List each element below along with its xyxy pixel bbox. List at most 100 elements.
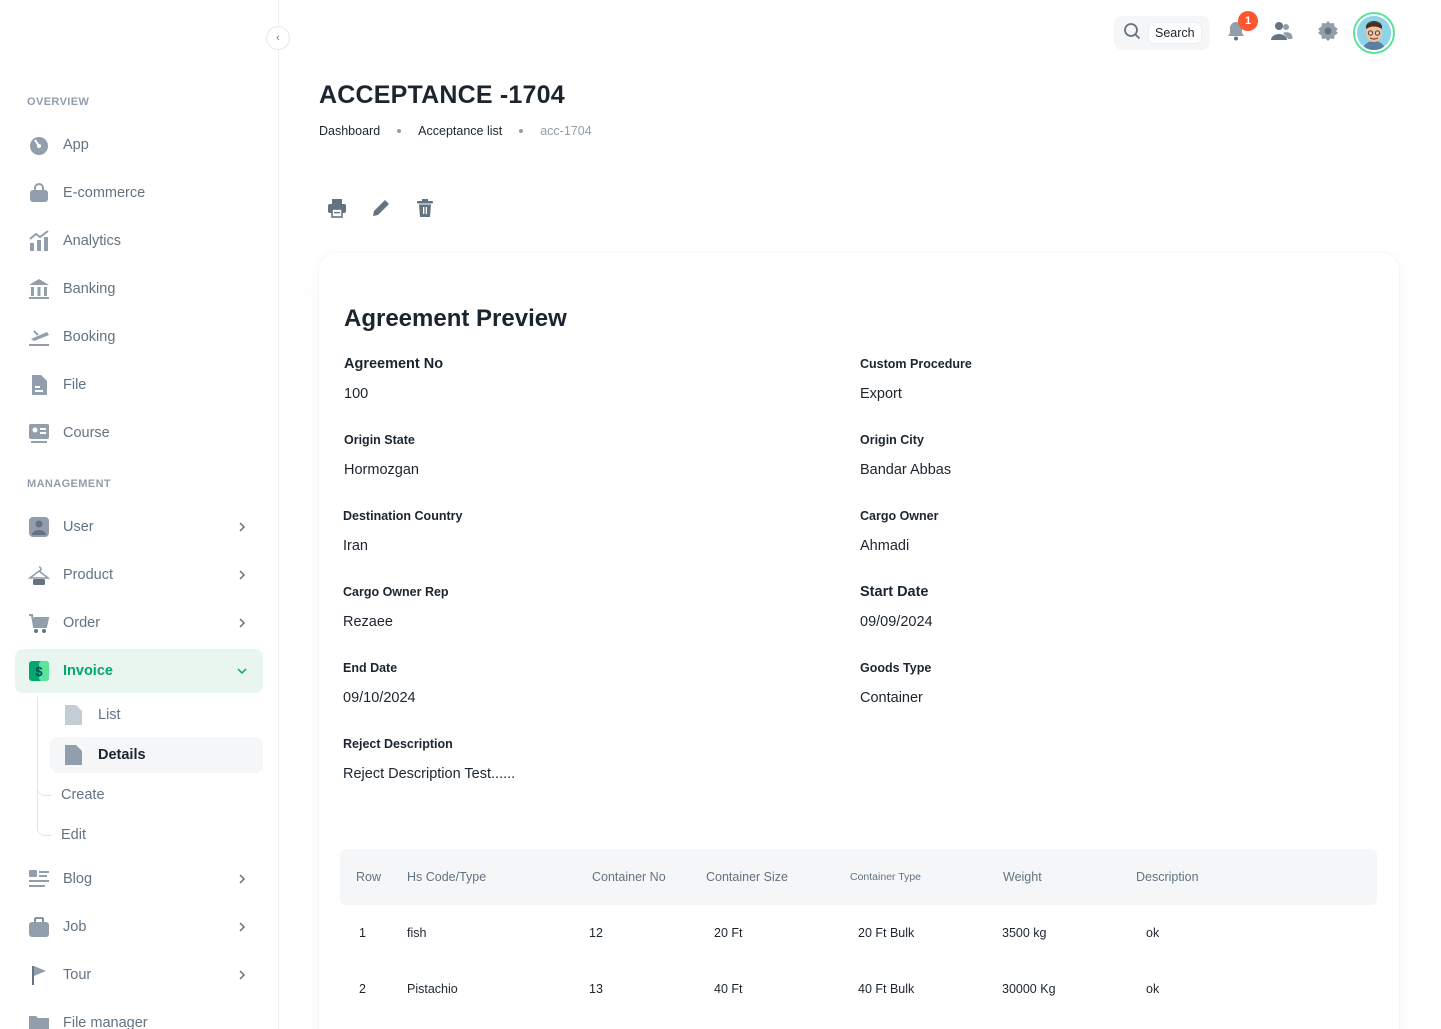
breadcrumb-link-dashboard[interactable]: Dashboard <box>319 124 380 138</box>
chevron-right-icon <box>233 566 251 584</box>
blog-icon <box>28 868 50 890</box>
sidebar-item-label: Invoice <box>63 663 113 679</box>
label-reject-description: Reject Description <box>343 737 453 751</box>
collapse-sidebar-button[interactable]: ‹ <box>266 26 290 50</box>
column-header-row: Row <box>356 870 382 884</box>
sidebar-item-order[interactable]: Order <box>15 601 263 645</box>
value-agreement-no: 100 <box>344 386 369 402</box>
sidebar-item-file[interactable]: File <box>15 363 263 407</box>
invoice-icon: $ <box>28 660 50 682</box>
sidebar-subitem-label: Details <box>98 747 146 763</box>
file-icon <box>28 374 50 396</box>
breadcrumb: Dashboard Acceptance list acc-1704 <box>319 124 592 138</box>
course-icon <box>28 422 50 444</box>
label-cargo-owner-rep: Cargo Owner Rep <box>343 585 449 599</box>
sidebar-item-tour[interactable]: Tour <box>15 953 263 997</box>
value-cargo-owner-rep: Rezaee <box>343 614 393 630</box>
sidebar-item-app[interactable]: App <box>15 123 263 167</box>
sidebar-item-label: Course <box>63 425 110 441</box>
table-cell: ok <box>1146 926 1160 940</box>
bank-icon <box>28 278 50 300</box>
sidebar-item-label: E-commerce <box>63 185 146 201</box>
user-icon <box>28 516 50 538</box>
breadcrumb-link-acceptance-list[interactable]: Acceptance list <box>418 124 502 138</box>
sidebar-subitem-details[interactable]: Details <box>50 737 263 773</box>
value-start-date: 09/09/2024 <box>860 614 933 630</box>
section-title-management: MANAGEMENT <box>27 478 112 490</box>
sidebar-subitem-list[interactable]: List <box>50 697 250 733</box>
sidebar-subitem-label: List <box>98 707 121 723</box>
sidebar-item-analytics[interactable]: Analytics <box>15 219 263 263</box>
table-cell: ok <box>1146 982 1160 996</box>
sidebar-item-course[interactable]: Course <box>15 411 263 455</box>
table-cell: 1 <box>359 926 366 940</box>
search-button[interactable]: Search <box>1114 16 1210 50</box>
label-origin-city: Origin City <box>860 433 924 447</box>
column-header-container-no: Container No <box>592 870 666 884</box>
sidebar-item-user[interactable]: User <box>15 505 263 549</box>
sidebar-item-job[interactable]: Job <box>15 905 263 949</box>
label-end-date: End Date <box>343 661 398 675</box>
sidebar-item-label: Banking <box>63 281 116 297</box>
job-icon <box>28 916 50 938</box>
section-title-overview: OVERVIEW <box>27 96 90 108</box>
document-icon <box>63 744 83 766</box>
submenu-tick <box>37 826 51 836</box>
value-end-date: 09/10/2024 <box>343 690 416 706</box>
table-cell: 2 <box>359 982 366 996</box>
value-origin-city: Bandar Abbas <box>860 462 952 478</box>
edit-button[interactable] <box>369 198 393 222</box>
trash-icon <box>415 198 435 223</box>
column-header-container-size: Container Size <box>706 870 788 884</box>
table-cell: fish <box>407 926 427 940</box>
table-cell: 20 Ft Bulk <box>858 926 915 940</box>
table-cell: 3500 kg <box>1002 926 1047 940</box>
sidebar-item-product[interactable]: Product <box>15 553 263 597</box>
value-reject-description: Reject Description Test...... <box>343 766 516 782</box>
settings-button[interactable] <box>1313 18 1343 48</box>
analytics-icon <box>28 230 50 252</box>
search-icon <box>1123 22 1141 45</box>
chevron-right-icon <box>233 870 251 888</box>
table-cell: 13 <box>589 982 603 996</box>
value-origin-state: Hormozgan <box>344 462 419 478</box>
label-agreement-no: Agreement No <box>344 356 444 372</box>
label-custom-procedure: Custom Procedure <box>860 357 972 371</box>
sidebar-item-booking[interactable]: Booking <box>15 315 263 359</box>
contacts-icon <box>1269 20 1293 47</box>
tour-icon <box>28 964 50 986</box>
sidebar-item-file-manager[interactable]: File manager <box>15 1001 263 1029</box>
avatar[interactable] <box>1353 12 1395 54</box>
sidebar-subitem-create[interactable]: Create <box>61 787 105 803</box>
chevron-left-icon: ‹ <box>276 32 280 44</box>
pencil-icon <box>371 198 391 223</box>
sidebar-item-label: File manager <box>63 1015 148 1029</box>
sidebar-item-label: Order <box>63 615 101 631</box>
value-destination-country: Iran <box>343 538 368 554</box>
submenu-tick <box>37 786 51 796</box>
chevron-down-icon <box>233 662 251 680</box>
sidebar-item-label: App <box>63 137 89 153</box>
label-destination-country: Destination Country <box>343 509 463 523</box>
app-icon <box>28 134 50 156</box>
value-cargo-owner: Ahmadi <box>860 538 910 554</box>
cart-icon <box>28 612 50 634</box>
shopping-bag-icon <box>28 182 50 204</box>
sidebar-item-invoice[interactable]: $ Invoice <box>15 649 263 693</box>
print-button[interactable] <box>325 198 349 222</box>
sidebar-item-label: File <box>63 377 87 393</box>
product-icon <box>28 564 50 586</box>
column-header-description: Description <box>1136 870 1199 884</box>
value-custom-procedure: Export <box>860 386 902 402</box>
sidebar-item-label: Blog <box>63 871 93 887</box>
table-cell: 20 Ft <box>714 926 743 940</box>
sidebar-item-blog[interactable]: Blog <box>15 857 263 901</box>
sidebar-item-ecommerce[interactable]: E-commerce <box>15 171 263 215</box>
sidebar-item-banking[interactable]: Banking <box>15 267 263 311</box>
column-header-weight: Weight <box>1003 870 1042 884</box>
contacts-button[interactable] <box>1266 18 1296 48</box>
sidebar-subitem-edit[interactable]: Edit <box>61 827 86 843</box>
label-cargo-owner: Cargo Owner <box>860 509 939 523</box>
delete-button[interactable] <box>413 198 437 222</box>
label-goods-type: Goods Type <box>860 661 932 675</box>
